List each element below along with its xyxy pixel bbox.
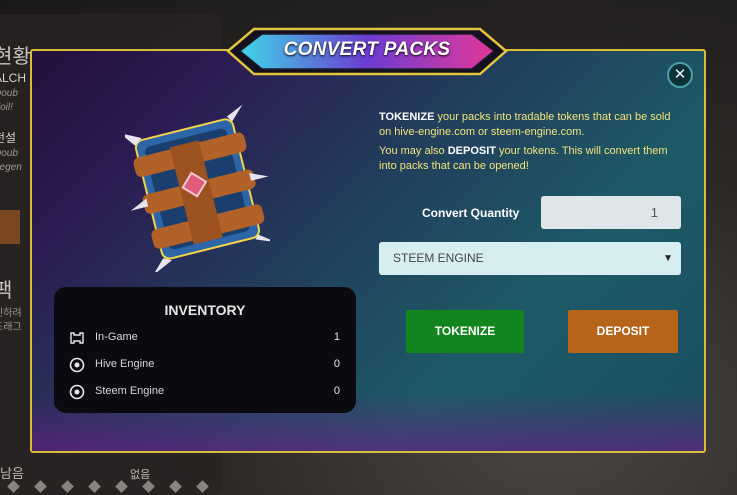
deposit-keyword: DEPOSIT — [447, 145, 496, 157]
background-title: 현황 — [0, 46, 31, 68]
inventory-panel: INVENTORY In-Game 1 Hive Engine 0 Steem … — [54, 287, 356, 413]
inventory-title: INVENTORY — [164, 302, 246, 318]
in-game-icon — [70, 332, 84, 344]
deposit-description: You may also DEPOSIT your tokens. This w… — [379, 144, 679, 174]
inventory-row: In-Game 1 — [54, 329, 356, 347]
background-sub: Foil! — [0, 102, 13, 113]
deposit-text-prefix: You may also — [379, 145, 448, 157]
engine-select[interactable]: STEEM ENGINE ▼ — [379, 242, 681, 275]
deposit-button[interactable]: DEPOSIT — [568, 310, 678, 353]
inventory-label: Hive Engine — [95, 358, 155, 370]
engine-select-value: STEEM ENGINE — [393, 251, 484, 265]
close-icon: ✕ — [673, 66, 687, 83]
modal-title-badge: CONVERT PACKS — [226, 27, 508, 76]
tokenize-description: TOKENIZE your packs into tradable tokens… — [379, 110, 679, 140]
background-sub: Doub — [0, 148, 18, 159]
inventory-value: 0 — [333, 385, 340, 397]
background-orange-tab — [0, 210, 20, 244]
tokenize-button[interactable]: TOKENIZE — [406, 310, 524, 353]
inventory-row: Steem Engine 0 — [54, 383, 356, 401]
steem-engine-icon — [69, 384, 85, 400]
inventory-value: 0 — [333, 358, 340, 370]
hive-engine-icon — [69, 357, 85, 373]
inventory-label: In-Game — [95, 331, 138, 343]
convert-quantity-label: Convert Quantity — [422, 206, 520, 220]
convert-quantity-input[interactable] — [541, 196, 681, 229]
background-icon-row — [0, 478, 230, 495]
background-sub: 인하려 — [0, 308, 22, 319]
inventory-row: Hive Engine 0 — [54, 356, 356, 374]
close-button[interactable]: ✕ — [667, 62, 693, 88]
inventory-label: Steem Engine — [95, 385, 165, 397]
background-line: 전설 — [0, 131, 17, 145]
background-section: 팩 — [0, 280, 13, 302]
tokenize-keyword: TOKENIZE — [379, 111, 435, 123]
background-line: ALCH — [0, 71, 27, 85]
pack-image — [125, 104, 270, 272]
inventory-value: 1 — [333, 331, 340, 343]
chevron-down-icon: ▼ — [663, 253, 673, 264]
background-sub: 드래그 — [0, 322, 22, 333]
background-sub: Doub — [0, 88, 18, 99]
background-sub: Legen — [0, 162, 22, 173]
modal-title: CONVERT PACKS — [283, 39, 451, 60]
